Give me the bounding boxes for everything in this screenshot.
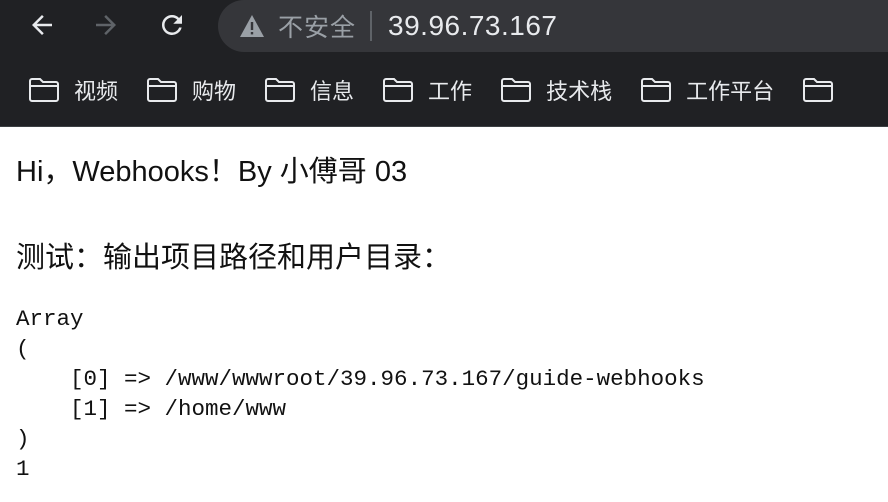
address-divider — [370, 11, 373, 41]
security-status[interactable]: 不安全 — [278, 8, 356, 44]
reload-icon — [161, 14, 182, 35]
output-line: [0] => /www/wwwroot/39.96.73.167/guide-w… — [16, 366, 705, 392]
bookmark-label: 工作 — [428, 79, 473, 105]
reload-button[interactable] — [152, 5, 192, 45]
folder-icon — [29, 77, 59, 102]
navigation-bar: 不安全 39.96.73.167 — [0, 0, 888, 52]
output-line: 1 — [16, 456, 30, 482]
bookmark-folder-work-platform[interactable]: 工作平台 — [632, 70, 782, 110]
forward-button[interactable] — [86, 5, 126, 45]
arrow-left-icon — [32, 15, 52, 35]
bookmark-label: 工作平台 — [686, 79, 775, 105]
bookmark-label: 技术栈 — [546, 79, 613, 105]
bookmark-folder-info[interactable]: 信息 — [256, 70, 362, 110]
folder-icon — [803, 77, 834, 102]
output-line: ( — [16, 336, 30, 362]
bookmark-label: 购物 — [192, 79, 237, 105]
bookmark-folder-videos[interactable]: 视频 — [20, 70, 126, 110]
bookmark-label: 信息 — [310, 79, 355, 105]
folder-icon — [147, 77, 178, 102]
back-button[interactable] — [22, 5, 62, 45]
bookmarks-bar: 视频 购物 信息 工作 技术栈 工作平台 — [0, 62, 888, 117]
address-bar[interactable]: 不安全 39.96.73.167 — [218, 0, 888, 52]
greeting-text: Hi，Webhooks！By 小傅哥 03 — [16, 156, 408, 188]
browser-toolbar: 不安全 39.96.73.167 视频 购物 信息 工作 技术栈 工作平台 — [0, 0, 888, 127]
folder-icon — [383, 77, 414, 102]
output-line: [1] => /home/www — [16, 396, 287, 422]
folder-icon — [641, 77, 672, 102]
bookmark-folder-tech-stack[interactable]: 技术栈 — [492, 70, 620, 110]
url-text[interactable]: 39.96.73.167 — [388, 10, 558, 42]
array-output: Array ( [0] => /www/wwwroot/39.96.73.167/… — [16, 304, 705, 484]
folder-icon — [501, 77, 532, 102]
bookmark-folder-shopping[interactable]: 购物 — [138, 70, 244, 110]
bookmark-folder-work[interactable]: 工作 — [374, 70, 480, 110]
output-line: Array — [16, 306, 84, 332]
warning-triangle-icon[interactable] — [238, 12, 266, 40]
arrow-right-icon — [96, 15, 116, 35]
test-heading: 测试：输出项目路径和用户目录： — [16, 240, 452, 274]
toolbar-divider — [0, 126, 888, 127]
folder-icon — [265, 77, 296, 102]
bookmark-folder-truncated[interactable] — [794, 70, 842, 110]
output-line: ) — [16, 426, 30, 452]
bookmark-label: 视频 — [74, 79, 119, 105]
